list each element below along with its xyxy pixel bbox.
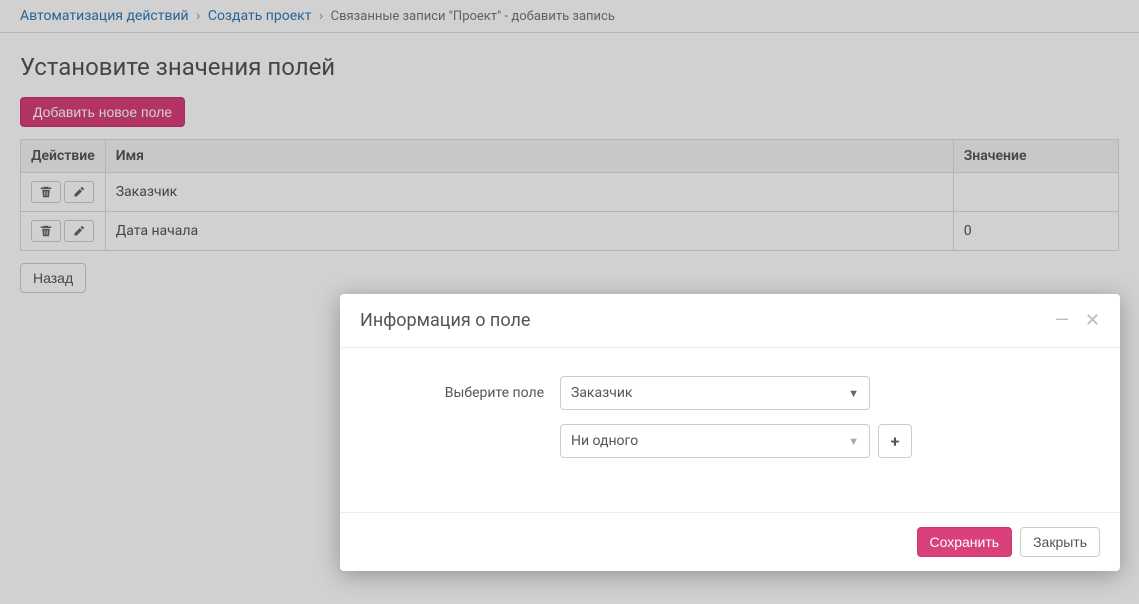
field-select-value: Заказчик: [571, 385, 632, 401]
modal-title: Информация о поле: [360, 310, 530, 331]
modal-body: Выберите поле Заказчик ▼ Ни одного ▼ +: [340, 348, 1120, 512]
field-select-label: Выберите поле: [360, 385, 560, 401]
add-value-button[interactable]: +: [878, 424, 912, 458]
value-select[interactable]: Ни одного ▼: [560, 424, 870, 458]
field-select[interactable]: Заказчик ▼: [560, 376, 870, 410]
value-select-value: Ни одного: [571, 433, 638, 449]
close-button[interactable]: Закрыть: [1020, 527, 1100, 557]
field-info-modal: Информация о поле — ✕ Выберите поле Зака…: [340, 294, 1120, 571]
caret-down-icon: ▼: [848, 387, 859, 400]
caret-down-icon: ▼: [848, 435, 859, 448]
minimize-icon[interactable]: —: [1055, 312, 1069, 330]
modal-header: Информация о поле — ✕: [340, 294, 1120, 348]
modal-footer: Сохранить Закрыть: [340, 512, 1120, 571]
plus-icon: +: [891, 432, 900, 451]
save-button[interactable]: Сохранить: [917, 527, 1013, 557]
close-icon[interactable]: ✕: [1085, 312, 1100, 330]
